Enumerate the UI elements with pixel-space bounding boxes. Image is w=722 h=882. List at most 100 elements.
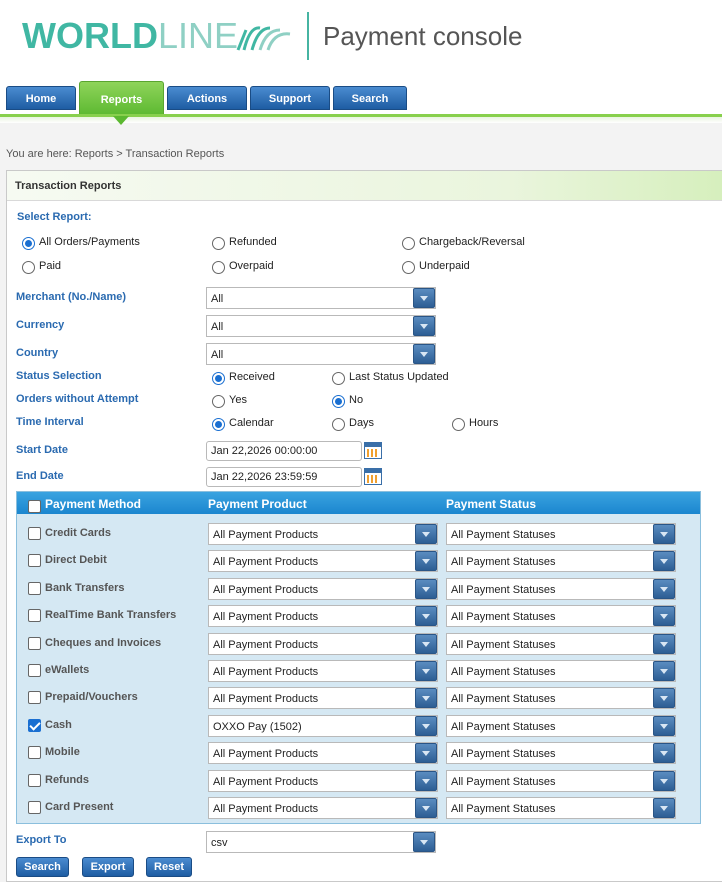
payment-status-dropdown-icon[interactable] <box>653 743 675 764</box>
start-date-calendar-icon[interactable] <box>364 442 382 459</box>
payment-status-dropdown-icon[interactable] <box>653 688 675 709</box>
radio-days[interactable] <box>332 418 345 431</box>
payment-method-label: Card Present <box>45 801 114 813</box>
merchant-select[interactable]: All <box>206 287 436 309</box>
nav-search[interactable]: Search <box>333 86 407 110</box>
payment-product-select[interactable]: All Payment Products <box>208 632 438 655</box>
payment-status-dropdown-icon[interactable] <box>653 551 675 572</box>
payment-method-checkbox[interactable] <box>28 801 41 814</box>
payment-status-select[interactable]: All Payment Statuses <box>446 577 676 600</box>
payment-status-select[interactable]: All Payment Statuses <box>446 742 676 765</box>
radio-attempt-no[interactable] <box>332 395 345 408</box>
payment-product-select[interactable]: All Payment Products <box>208 769 438 792</box>
payment-product-select[interactable]: OXXO Pay (1502) <box>208 714 438 737</box>
logo-world-text: WORLD <box>22 15 158 56</box>
currency-select[interactable]: All <box>206 315 436 337</box>
payment-product-select[interactable]: All Payment Products <box>208 523 438 545</box>
radio-received[interactable] <box>212 372 225 385</box>
radio-overpaid[interactable] <box>212 261 225 274</box>
payment-product-select[interactable]: All Payment Products <box>208 742 438 765</box>
payment-method-label: Refunds <box>45 773 89 786</box>
payment-status-dropdown-icon[interactable] <box>653 798 675 818</box>
nav-support[interactable]: Support <box>250 86 330 110</box>
payment-product-dropdown-icon[interactable] <box>415 715 437 736</box>
country-select[interactable]: All <box>206 343 436 365</box>
export-dropdown-icon[interactable] <box>413 832 435 852</box>
payment-method-checkbox[interactable] <box>28 773 41 787</box>
export-format-select[interactable]: csv <box>206 831 436 853</box>
select-report-label: Select Report: <box>17 211 92 223</box>
payment-product-value: All Payment Products <box>213 638 319 651</box>
payment-product-select[interactable]: All Payment Products <box>208 605 438 628</box>
radio-last-status-updated[interactable] <box>332 372 345 385</box>
export-format-value: csv <box>211 837 228 849</box>
payment-status-value: All Payment Statuses <box>451 556 556 569</box>
payment-status-dropdown-icon[interactable] <box>653 578 675 599</box>
radio-attempt-yes[interactable] <box>212 395 225 408</box>
radio-calendar[interactable] <box>212 418 225 431</box>
payment-status-select[interactable]: All Payment Statuses <box>446 523 676 545</box>
payment-status-dropdown-icon[interactable] <box>653 633 675 654</box>
payment-method-checkbox[interactable] <box>28 581 41 595</box>
payment-product-select[interactable]: All Payment Products <box>208 577 438 600</box>
search-button[interactable]: Search <box>16 857 69 877</box>
payment-method-checkbox[interactable] <box>28 527 41 540</box>
payment-product-dropdown-icon[interactable] <box>415 524 437 544</box>
currency-dropdown-icon[interactable] <box>413 316 435 336</box>
payment-status-select[interactable]: All Payment Statuses <box>446 769 676 792</box>
reset-button[interactable]: Reset <box>146 857 192 877</box>
radio-paid[interactable] <box>22 261 35 274</box>
payment-method-checkbox[interactable] <box>28 718 41 732</box>
console-title: Payment console <box>323 21 523 51</box>
payment-method-checkbox[interactable] <box>28 691 41 705</box>
payment-product-dropdown-icon[interactable] <box>415 551 437 572</box>
payment-product-dropdown-icon[interactable] <box>415 688 437 709</box>
payment-product-select[interactable]: All Payment Products <box>208 550 438 573</box>
payment-status-select[interactable]: All Payment Statuses <box>446 660 676 682</box>
country-dropdown-icon[interactable] <box>413 344 435 364</box>
payment-status-select[interactable]: All Payment Statuses <box>446 714 676 737</box>
radio-overpaid-label: Overpaid <box>229 260 274 272</box>
radio-hours[interactable] <box>452 418 465 431</box>
payment-product-dropdown-icon[interactable] <box>415 633 437 654</box>
payment-status-dropdown-icon[interactable] <box>653 715 675 736</box>
payment-status-dropdown-icon[interactable] <box>653 606 675 627</box>
payment-product-dropdown-icon[interactable] <box>415 606 437 627</box>
nav-reports[interactable]: Reports <box>79 81 164 117</box>
payment-method-checkbox[interactable] <box>28 636 41 650</box>
payment-status-select[interactable]: All Payment Statuses <box>446 632 676 655</box>
radio-all-orders[interactable] <box>22 237 35 250</box>
payment-status-dropdown-icon[interactable] <box>653 770 675 791</box>
payment-product-dropdown-icon[interactable] <box>415 798 437 818</box>
payment-product-value: All Payment Products <box>213 775 319 788</box>
payment-product-select[interactable]: All Payment Products <box>208 660 438 682</box>
payment-method-checkbox[interactable] <box>28 609 41 623</box>
payment-status-select[interactable]: All Payment Statuses <box>446 797 676 819</box>
payment-status-value: All Payment Statuses <box>451 693 556 706</box>
payment-status-select[interactable]: All Payment Statuses <box>446 605 676 628</box>
nav-actions[interactable]: Actions <box>167 86 247 110</box>
export-button[interactable]: Export <box>82 857 134 877</box>
radio-refunded[interactable] <box>212 237 225 250</box>
payment-method-checkbox[interactable] <box>28 746 41 760</box>
payment-product-select[interactable]: All Payment Products <box>208 687 438 710</box>
payment-status-dropdown-icon[interactable] <box>653 661 675 681</box>
radio-underpaid[interactable] <box>402 261 415 274</box>
radio-chargeback[interactable] <box>402 237 415 250</box>
payment-status-select[interactable]: All Payment Statuses <box>446 550 676 573</box>
payment-method-checkbox[interactable] <box>28 554 41 568</box>
select-all-methods-checkbox[interactable] <box>28 500 41 513</box>
end-date-calendar-icon[interactable] <box>364 468 382 485</box>
nav-home[interactable]: Home <box>6 86 76 110</box>
payment-product-dropdown-icon[interactable] <box>415 578 437 599</box>
payment-method-checkbox[interactable] <box>28 664 41 677</box>
payment-status-dropdown-icon[interactable] <box>653 524 675 544</box>
payment-product-select[interactable]: All Payment Products <box>208 797 438 819</box>
payment-product-dropdown-icon[interactable] <box>415 661 437 681</box>
payment-status-select[interactable]: All Payment Statuses <box>446 687 676 710</box>
merchant-dropdown-icon[interactable] <box>413 288 435 308</box>
payment-product-dropdown-icon[interactable] <box>415 770 437 791</box>
start-date-input[interactable]: Jan 22,2026 00:00:00 <box>206 441 362 461</box>
end-date-input[interactable]: Jan 22,2026 23:59:59 <box>206 467 362 487</box>
payment-product-dropdown-icon[interactable] <box>415 743 437 764</box>
